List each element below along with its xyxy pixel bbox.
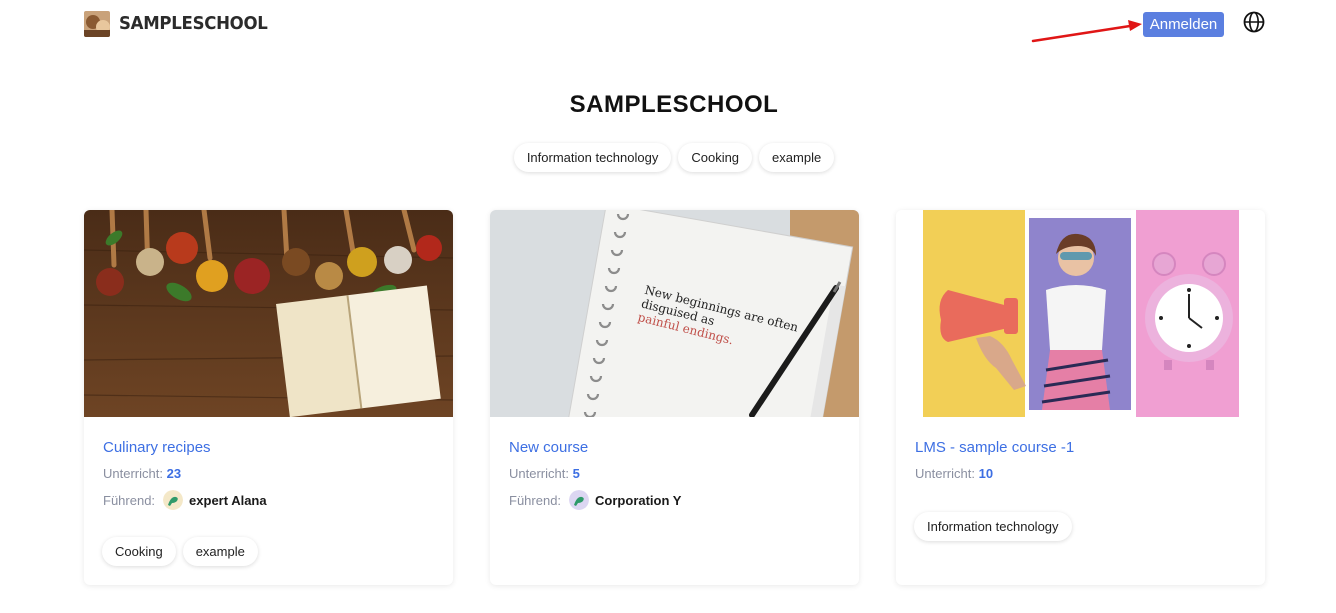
filter-chip-example[interactable]: example [759,143,835,172]
course-title[interactable]: New course [509,438,840,458]
top-header: SAMPLESCHOOL Anmelden [0,0,1336,50]
course-thumbnail-spices[interactable] [84,210,453,417]
course-leader: Führend: expert Alana [103,490,434,510]
leader-label: Führend: [103,492,156,508]
course-tags: Cooking example [102,537,258,566]
course-card-body: New course Unterricht: 5 Führend: Corpor… [509,438,840,510]
login-button[interactable]: Anmelden [1143,12,1224,37]
lessons-count: Unterricht: 10 [915,466,1246,482]
school-logo[interactable] [84,11,110,37]
lessons-label: Unterricht: [103,466,163,481]
leader-name: expert Alana [189,492,267,508]
leader-avatar [163,490,184,510]
course-card-new-course[interactable]: New beginnings are often disguised as pa… [490,210,859,585]
course-title[interactable]: LMS - sample course -1 [915,438,1246,458]
leader-label: Führend: [509,492,562,508]
filter-chip-cooking[interactable]: Cooking [678,143,753,172]
lessons-label: Unterricht: [915,466,975,481]
course-tags: Information technology [914,512,1072,541]
course-thumbnail-collage[interactable] [896,210,1265,417]
course-leader: Führend: Corporation Y [509,490,840,510]
course-card-body: Culinary recipes Unterricht: 23 Führend:… [103,438,434,510]
lessons-value: 23 [166,466,182,481]
lessons-count: Unterricht: 23 [103,466,434,482]
course-card-lms-sample-course[interactable]: LMS - sample course -1 Unterricht: 10 In… [896,210,1265,585]
course-thumbnail-notebook[interactable]: New beginnings are often disguised as pa… [490,210,859,417]
page-title: SAMPLESCHOOL [569,91,779,118]
leader-avatar [569,490,590,510]
course-tag-example[interactable]: example [182,537,258,566]
course-card-body: LMS - sample course -1 Unterricht: 10 [915,438,1246,482]
course-title[interactable]: Culinary recipes [103,438,434,458]
course-card-culinary-recipes[interactable]: Culinary recipes Unterricht: 23 Führend:… [84,210,453,585]
brand-name[interactable]: SAMPLESCHOOL [119,13,268,34]
globe-icon[interactable] [1243,11,1265,33]
leader-name: Corporation Y [595,492,682,508]
category-filters: Information technology Cooking example [0,143,1336,172]
filter-chip-information-technology[interactable]: Information technology [513,143,672,172]
course-tag-cooking[interactable]: Cooking [102,537,176,566]
red-annotation-arrow [1031,20,1142,43]
lessons-value: 10 [978,466,994,481]
course-tag-information-technology[interactable]: Information technology [914,512,1072,541]
lessons-value: 5 [572,466,580,481]
lessons-label: Unterricht: [509,466,569,481]
lessons-count: Unterricht: 5 [509,466,840,482]
